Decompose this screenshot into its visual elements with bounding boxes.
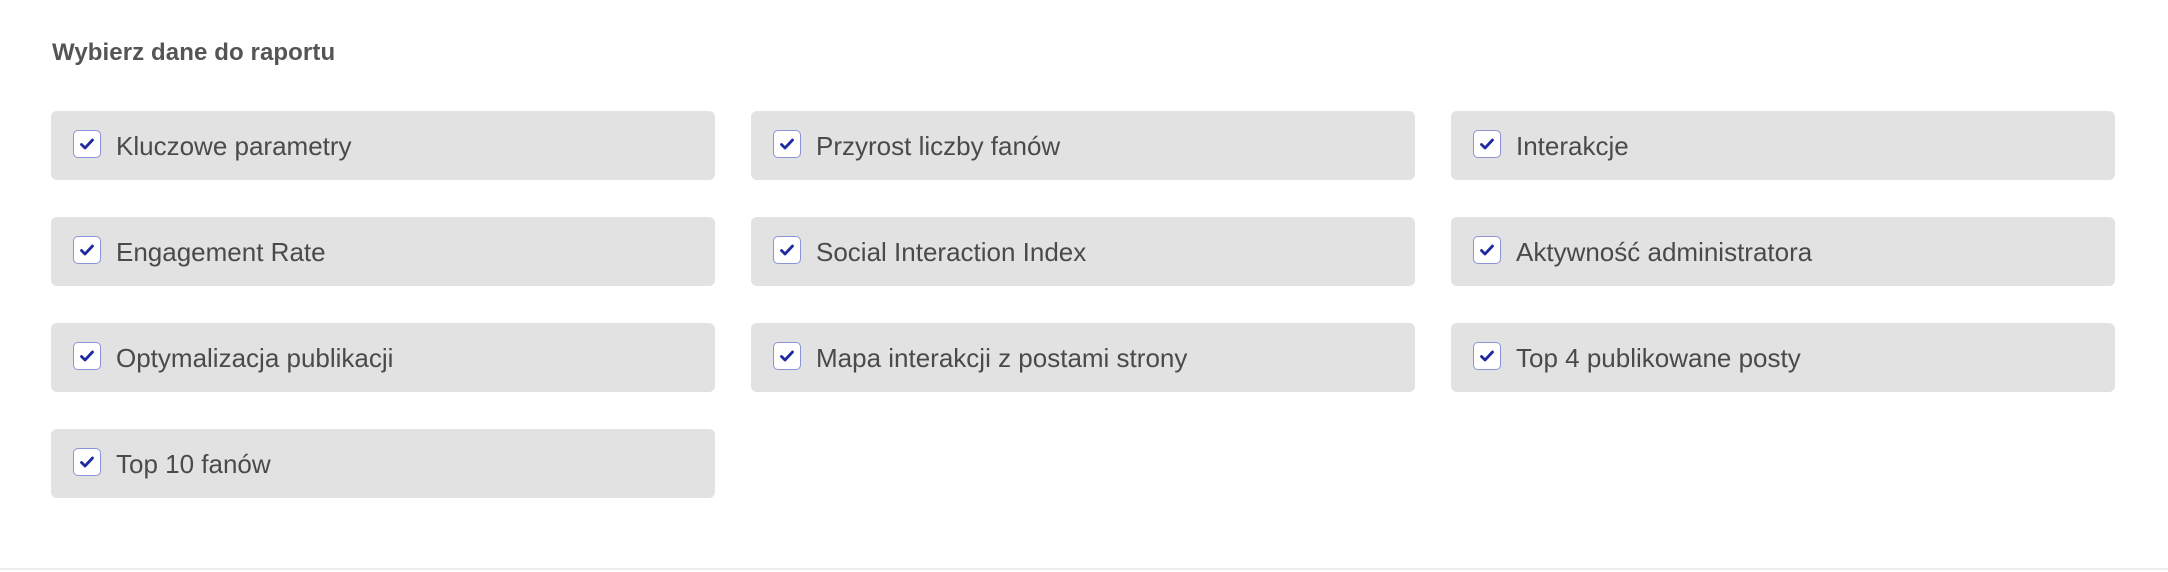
- option-label: Optymalizacja publikacji: [116, 342, 394, 373]
- option-engagement-rate[interactable]: Engagement Rate: [51, 217, 715, 286]
- checkbox[interactable]: [1473, 341, 1501, 370]
- report-options-grid: Kluczowe parametry Przyrost liczby fanów…: [51, 111, 2115, 498]
- option-label: Top 4 publikowane posty: [1516, 342, 1801, 373]
- option-label: Social Interaction Index: [816, 236, 1087, 267]
- checkbox[interactable]: [1473, 235, 1501, 264]
- checkbox[interactable]: [73, 447, 101, 476]
- checkmark-icon: [1480, 138, 1494, 149]
- checkmark-icon: [780, 350, 794, 361]
- option-label: Przyrost liczby fanów: [816, 130, 1061, 161]
- section-title: Wybierz dane do raportu: [52, 39, 336, 66]
- option-label: Mapa interakcji z postami strony: [816, 342, 1188, 373]
- option-mapa-interakcji[interactable]: Mapa interakcji z postami strony: [751, 323, 1415, 392]
- option-label: Interakcje: [1516, 130, 1629, 161]
- checkbox[interactable]: [73, 235, 101, 264]
- option-label: Aktywność administratora: [1516, 236, 1813, 267]
- checkbox[interactable]: [1473, 129, 1501, 158]
- checkmark-icon: [780, 244, 794, 255]
- section-divider: [0, 568, 2168, 570]
- checkbox[interactable]: [773, 129, 801, 158]
- option-label: Top 10 fanów: [116, 448, 271, 479]
- checkmark-icon: [1480, 244, 1494, 255]
- checkmark-icon: [780, 138, 794, 149]
- option-label: Engagement Rate: [116, 236, 326, 267]
- checkbox[interactable]: [73, 129, 101, 158]
- option-kluczowe-parametry[interactable]: Kluczowe parametry: [51, 111, 715, 180]
- checkbox[interactable]: [73, 341, 101, 370]
- checkbox[interactable]: [773, 341, 801, 370]
- option-aktywnosc-administratora[interactable]: Aktywność administratora: [1451, 217, 2115, 286]
- checkbox[interactable]: [773, 235, 801, 264]
- option-optymalizacja-publikacji[interactable]: Optymalizacja publikacji: [51, 323, 715, 392]
- checkmark-icon: [80, 456, 94, 467]
- option-top-4-publikowane-posty[interactable]: Top 4 publikowane posty: [1451, 323, 2115, 392]
- checkmark-icon: [80, 350, 94, 361]
- option-top-10-fanow[interactable]: Top 10 fanów: [51, 429, 715, 498]
- option-social-interaction-index[interactable]: Social Interaction Index: [751, 217, 1415, 286]
- option-label: Kluczowe parametry: [116, 130, 352, 161]
- checkmark-icon: [80, 138, 94, 149]
- checkmark-icon: [80, 244, 94, 255]
- checkmark-icon: [1480, 350, 1494, 361]
- option-interakcje[interactable]: Interakcje: [1451, 111, 2115, 180]
- option-przyrost-liczby-fanow[interactable]: Przyrost liczby fanów: [751, 111, 1415, 180]
